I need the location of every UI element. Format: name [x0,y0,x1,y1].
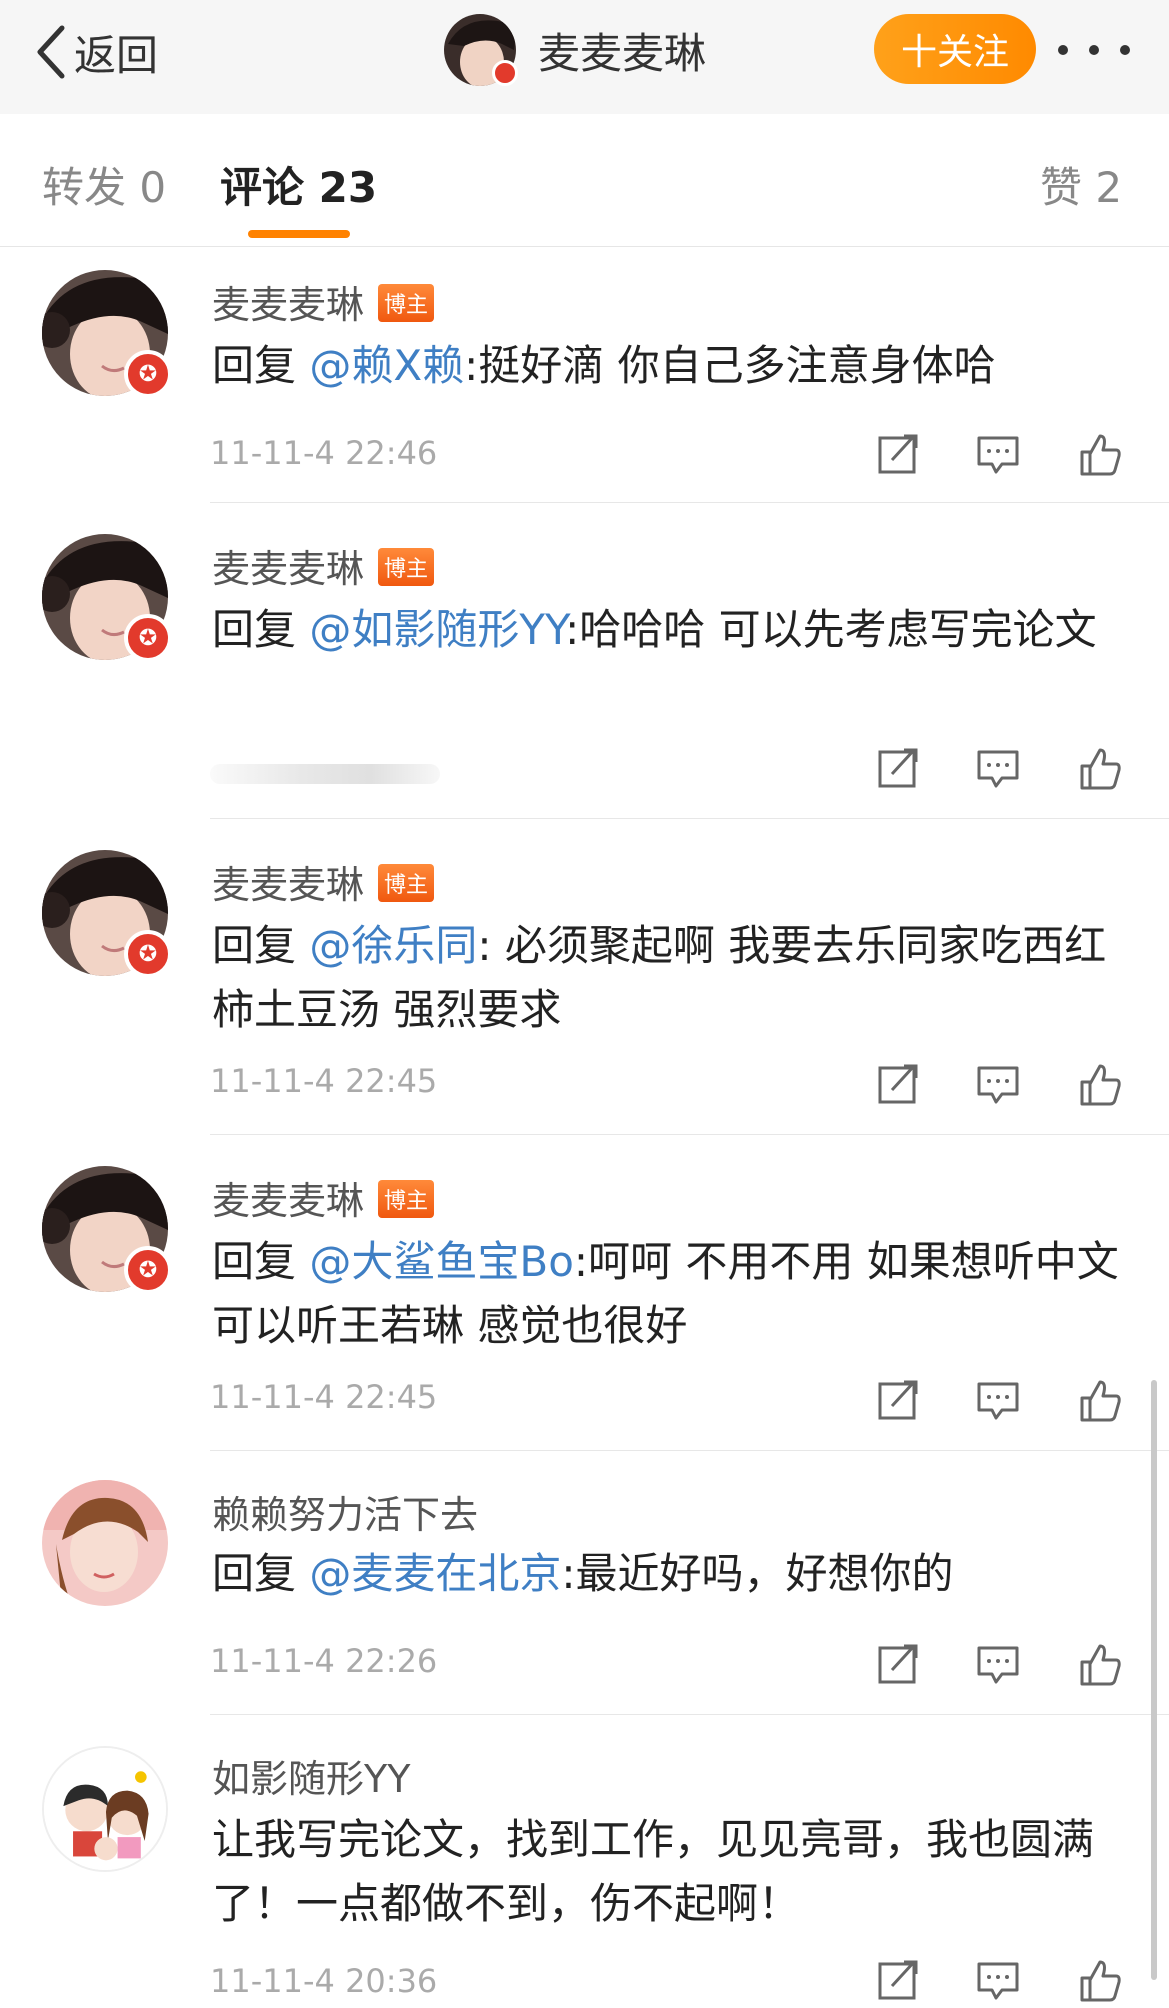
like-icon[interactable] [1078,746,1122,790]
comment-icon[interactable] [976,1958,1020,2002]
host-badge: 博主 [378,284,435,322]
avatar[interactable]: ✪ [42,270,172,398]
mention-link[interactable]: @徐乐同 [309,921,477,970]
comment-actions [876,1062,1126,1112]
verified-icon: ✪ [124,930,172,978]
comment-time: 11-11-4 22:45 [210,1062,438,1100]
active-tab-indicator [248,230,350,238]
comment-text: 回复 @如影随形YY:哈哈哈 可以先考虑写完论文 [212,605,1097,654]
like-icon[interactable] [1078,1642,1122,1686]
comment-time: 11-11-4 22:45 [210,1378,438,1416]
comment-username[interactable]: 麦麦麦琳 博主 [212,274,435,329]
profile-header[interactable]: 麦麦麦琳 [444,12,706,88]
verified-icon [492,60,518,86]
avatar[interactable] [42,1746,168,1872]
tab-repost[interactable]: 转发 0 [42,154,166,215]
comment-username[interactable]: 麦麦麦琳 博主 [212,538,435,593]
back-button[interactable]: 返回 [32,22,158,82]
comment-icon[interactable] [976,1062,1020,1106]
avatar[interactable] [444,14,518,86]
comment-item: 赖赖努力活下去 回复 @麦麦在北京:最近好吗，好想你的 11-11-4 22:2… [0,1458,1169,1722]
mention-link[interactable]: @赖X赖 [309,341,464,390]
more-icon[interactable] [1058,30,1130,70]
comment-username[interactable]: 麦麦麦琳 博主 [212,1170,435,1225]
like-icon[interactable] [1078,1378,1122,1422]
repost-icon[interactable] [876,432,920,476]
mention-link[interactable]: @如影随形YY [309,605,565,654]
comment-item: ✪ 麦麦麦琳 博主 回复 @徐乐同: 必须聚起啊 我要去乐同家吃西红柿土豆汤 强烈… [0,826,1169,1142]
comment-time: 11-11-4 20:36 [210,1962,438,2000]
verified-icon: ✪ [124,614,172,662]
comment-text: 回复 @徐乐同: 必须聚起啊 我要去乐同家吃西红柿土豆汤 强烈要求 [212,921,1107,1034]
host-badge: 博主 [378,548,435,586]
comment-icon[interactable] [976,746,1020,790]
divider [210,1134,1169,1135]
comment-time-obscured [210,764,440,784]
chevron-left-icon [37,25,65,79]
repost-icon[interactable] [876,1642,920,1686]
divider [210,1714,1169,1715]
avatar[interactable]: ✪ [42,850,172,978]
tab-likes[interactable]: 赞 2 [1040,154,1122,215]
avatar[interactable]: ✪ [42,534,172,662]
divider [210,502,1169,503]
verified-icon: ✪ [124,350,172,398]
avatar[interactable] [42,1480,168,1606]
top-navigation-bar: 返回 麦麦麦琳 十关注 [0,0,1169,115]
follow-button[interactable]: 十关注 [874,14,1036,84]
verified-icon: ✪ [124,1246,172,1294]
comment-actions [876,1958,1126,2008]
scrollbar[interactable] [1151,1380,1157,1980]
comment-icon[interactable] [976,1642,1020,1686]
like-icon[interactable] [1078,432,1122,476]
comment-text: 回复 @赖X赖:挺好滴 你自己多注意身体哈 [212,341,996,390]
back-label: 返回 [74,30,159,80]
comment-icon[interactable] [976,1378,1020,1422]
mention-link[interactable]: @麦麦在北京 [309,1549,561,1598]
comment-text: 回复 @大鲨鱼宝Bo:呵呵 不用不用 如果想听中文可以听王若琳 感觉也很好 [212,1237,1119,1350]
comment-actions [876,432,1126,482]
comment-icon[interactable] [976,432,1020,476]
divider [210,1450,1169,1451]
comment-time: 11-11-4 22:26 [210,1642,438,1680]
like-icon[interactable] [1078,1958,1122,2002]
repost-icon[interactable] [876,746,920,790]
divider [210,818,1169,819]
tab-bar: 转发 0 评论 23 赞 2 [0,114,1169,247]
comment-text: 回复 @麦麦在北京:最近好吗，好想你的 [212,1549,954,1598]
comment-actions [876,746,1126,796]
comment-item: ✪ 麦麦麦琳 博主 回复 @如影随形YY:哈哈哈 可以先考虑写完论文 [0,510,1169,826]
comment-item: ✪ 麦麦麦琳 博主 回复 @大鲨鱼宝Bo:呵呵 不用不用 如果想听中文可以听王若琳… [0,1142,1169,1458]
repost-icon[interactable] [876,1378,920,1422]
tab-comments[interactable]: 评论 23 [220,154,377,215]
like-icon[interactable] [1078,1062,1122,1106]
repost-icon[interactable] [876,1062,920,1106]
comment-actions [876,1642,1126,1692]
avatar[interactable]: ✪ [42,1166,172,1294]
page-title: 麦麦麦琳 [538,28,707,78]
comment-username[interactable]: 如影随形YY [212,1748,410,1803]
comment-username[interactable]: 麦麦麦琳 博主 [212,854,435,909]
repost-icon[interactable] [876,1958,920,2002]
comment-text: 让我写完论文，找到工作，见见亮哥，我也圆满了！一点都做不到，伤不起啊！ [212,1815,1095,1928]
comment-username[interactable]: 赖赖努力活下去 [212,1484,478,1539]
host-badge: 博主 [378,864,435,902]
host-badge: 博主 [378,1180,435,1218]
comment-time: 11-11-4 22:46 [210,434,438,472]
comment-actions [876,1378,1126,1428]
comment-item: 如影随形YY 让我写完论文，找到工作，见见亮哥，我也圆满了！一点都做不到，伤不起… [0,1722,1169,2002]
mention-link[interactable]: @大鲨鱼宝Bo [309,1237,574,1286]
